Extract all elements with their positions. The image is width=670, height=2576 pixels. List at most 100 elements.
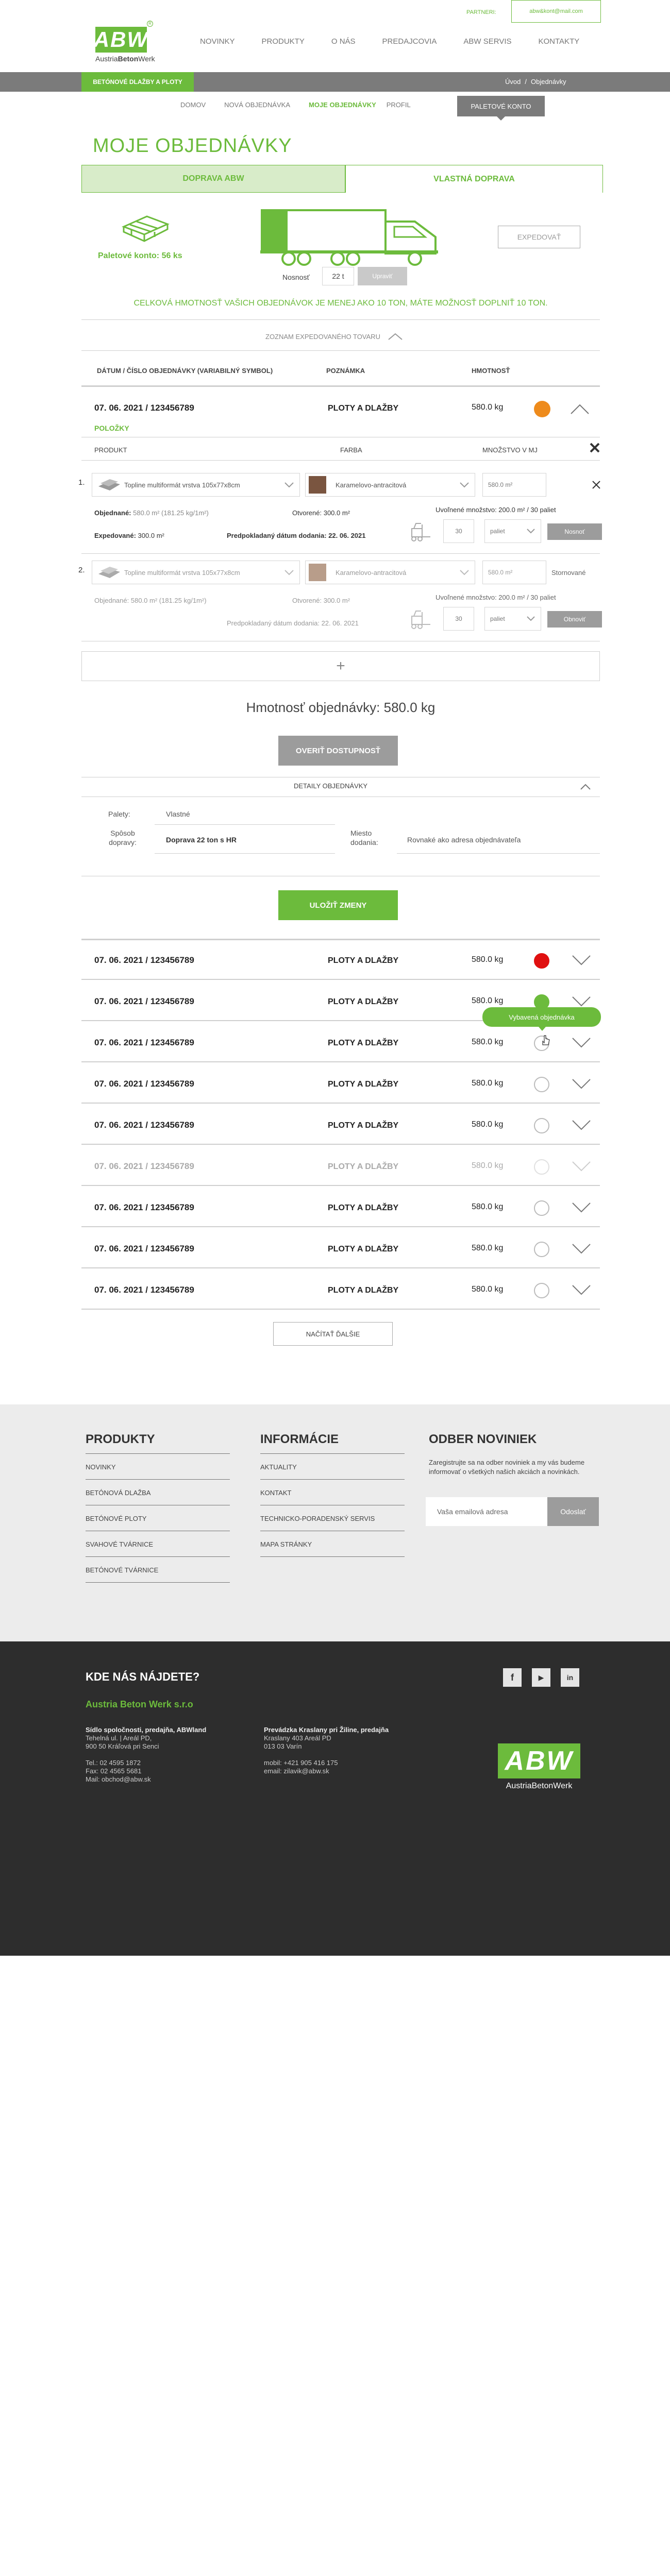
dispatched-toggle[interactable]: ZOZNAM EXPEDOVANÉHO TOVARU (265, 332, 403, 341)
transport-value: Doprava 22 ton s HR (166, 836, 237, 844)
product-select[interactable]: Topline multiformát vrstva 105x77x8cm (92, 473, 300, 497)
pallet-count[interactable]: 30 (443, 607, 474, 631)
color-select[interactable]: Karamelovo-antracitová (305, 473, 475, 497)
subnav-moje-objednavky[interactable]: MOJE OBJEDNÁVKY (309, 101, 376, 109)
forklift-icon (411, 523, 430, 541)
order-weight: 580.0 kg (472, 1285, 504, 1294)
place-label: Miesto dodania: (350, 829, 378, 846)
footer-link[interactable]: KONTAKT (260, 1480, 405, 1505)
subnav-nova-objednavka[interactable]: NOVÁ OBJEDNÁVKA (224, 101, 290, 109)
open-order-weight: 580.0 kg (472, 403, 504, 412)
chevron-down-icon[interactable] (571, 1284, 592, 1296)
opened-value: 300.0 m² (323, 509, 350, 517)
chevron-down-icon[interactable] (571, 995, 592, 1008)
newsletter-submit-button[interactable]: Odoslať (547, 1497, 599, 1526)
chevron-down-icon[interactable] (571, 1078, 592, 1090)
nav-kontakty[interactable]: KONTAKTY (539, 37, 580, 46)
qty-input[interactable]: 580.0 m² (482, 561, 546, 584)
status-dot (534, 1283, 549, 1298)
chevron-up-icon[interactable] (580, 783, 591, 790)
youtube-icon[interactable]: ▶ (532, 1668, 550, 1687)
product-select[interactable]: Topline multiformát vrstva 105x77x8cm (92, 561, 300, 584)
footer-link[interactable]: MAPA STRÁNKY (260, 1531, 405, 1557)
footer-logo[interactable]: ABW AustriaBetonWerk (498, 1743, 585, 1800)
item-status: Stornované (551, 569, 586, 577)
color-select[interactable]: Karamelovo-antracitová (305, 561, 475, 584)
close-icon[interactable] (589, 442, 600, 453)
linkedin-icon[interactable]: in (561, 1668, 579, 1687)
verify-availability-button[interactable]: OVERIŤ DOSTUPNOSŤ (278, 736, 398, 766)
footer-link[interactable]: AKTUALITY (260, 1454, 405, 1480)
footer-link[interactable]: SVAHOVÉ TVÁRNICE (86, 1531, 230, 1557)
chevron-down-icon[interactable] (571, 1119, 592, 1131)
order-category: PLOTY A DLAŽBY (328, 1039, 399, 1047)
order-row[interactable]: 07. 06. 2021 / 123456789 PLOTY A DLAŽBY 58… (81, 1186, 600, 1227)
subnav-profil[interactable]: PROFIL (387, 101, 411, 109)
eta: Predpokladaný dátum dodania: 22. 06. 202… (227, 619, 359, 627)
category-tag[interactable]: BETÓNOVÉ DLAŽBY A PLOTY (81, 72, 194, 92)
unit-select[interactable]: paliet (484, 607, 541, 631)
col-product: PRODUKT (94, 446, 127, 454)
capacity-notice: CELKOVÁ HMOTNOSŤ VAŠICH OBJEDNÁVOK JE ME… (133, 299, 548, 308)
order-row[interactable]: 07. 06. 2021 / 123456789 PLOTY A DLAŽBY 58… (81, 1145, 600, 1186)
nav-abw-servis[interactable]: ABW SERVIS (463, 37, 511, 46)
footer-link[interactable]: NOVINKY (86, 1454, 230, 1480)
pallets-label: Palety: (108, 810, 130, 818)
chevron-up-icon[interactable] (569, 403, 590, 415)
chevron-down-icon (460, 570, 469, 575)
order-row[interactable]: 07. 06. 2021 / 123456789 PLOTY A DLAŽBY 58… (81, 1227, 600, 1268)
chevron-down-icon[interactable] (571, 1037, 592, 1049)
footer-link[interactable]: BETÓNOVÉ PLOTY (86, 1505, 230, 1531)
tab-doprava-abw[interactable]: DOPRAVA ABW (81, 165, 345, 193)
shipped-value: 300.0 m² (138, 532, 164, 539)
order-category: PLOTY A DLAŽBY (328, 1204, 399, 1212)
breadcrumb-bar: BETÓNOVÉ DLAŽBY A PLOTY Úvod / Objednávk… (0, 72, 670, 92)
order-category: PLOTY A DLAŽBY (328, 1121, 399, 1130)
chevron-down-icon[interactable] (571, 1201, 592, 1214)
footer-link[interactable]: TECHNICKO-PORADENSKÝ SERVIS (260, 1505, 405, 1531)
breadcrumb-home[interactable]: Úvod (505, 78, 521, 86)
add-item-button[interactable]: + (81, 651, 600, 681)
footer-link[interactable]: BETÓNOVÁ DLAŽBA (86, 1480, 230, 1505)
nav-predajcovia[interactable]: PREDAJCOVIA (382, 37, 437, 46)
item-action-button[interactable]: Nosnoť (547, 523, 602, 540)
order-row[interactable]: 07. 06. 2021 / 123456789 PLOTY A DLAŽBY 58… (81, 939, 600, 980)
ordered-value: 580.0 m² (181.25 kg/1m²) (133, 509, 209, 517)
page-title: MOJE OBJEDNÁVKY (93, 135, 292, 157)
header-email[interactable]: abw&kont@mail.com (511, 0, 601, 23)
footer-link[interactable]: BETÓNOVÉ TVÁRNICE (86, 1557, 230, 1583)
order-date: 07. 06. 2021 / 123456789 (94, 1079, 194, 1089)
nav-o-nas[interactable]: O NÁS (331, 37, 356, 46)
truck-icon (260, 206, 446, 268)
load-more-button[interactable]: NAČÍTAŤ ĎALŠIE (273, 1322, 393, 1346)
order-row[interactable]: 07. 06. 2021 / 123456789 PLOTY A DLAŽBY 58… (81, 1062, 600, 1104)
contact-section: KDE NÁS NÁJDETE? Austria Beton Werk s.r.… (0, 1641, 670, 1956)
chevron-down-icon[interactable] (571, 1243, 592, 1255)
chevron-down-icon[interactable] (571, 954, 592, 967)
facebook-icon[interactable]: f (503, 1668, 522, 1687)
newsletter-email-input[interactable]: Vaša emailová adresa (426, 1497, 547, 1526)
logo[interactable]: ABW R AustriaBetonWerk (94, 21, 173, 67)
hq-address: Sídlo spoločnosti, predajňa, ABWland Tehe… (86, 1726, 207, 1783)
order-details-toggle[interactable]: DETAILY OBJEDNÁVKY (294, 782, 367, 790)
tab-vlastna-doprava[interactable]: VLASTNÁ DOPRAVA (345, 165, 603, 193)
pallet-count[interactable]: 30 (443, 519, 474, 543)
order-row[interactable]: 07. 06. 2021 / 123456789 PLOTY A DLAŽBY 58… (81, 1104, 600, 1145)
pallet-account-button[interactable]: PALETOVÉ KONTO (457, 96, 545, 116)
nav-novinky[interactable]: NOVINKY (200, 37, 235, 46)
nav-produkty[interactable]: PRODUKTY (262, 37, 305, 46)
edit-capacity-button[interactable]: Upraviť (358, 267, 407, 285)
order-row[interactable]: 07. 06. 2021 / 123456789 PLOTY A DLAŽBY 58… (81, 1268, 600, 1310)
capacity-value[interactable]: 22 t (322, 267, 354, 285)
open-order-date[interactable]: 07. 06. 2021 / 123456789 (94, 403, 194, 413)
chevron-down-icon[interactable] (571, 1160, 592, 1173)
unit-select[interactable]: paliet (484, 519, 541, 543)
remove-item-icon[interactable] (592, 480, 601, 489)
qty-input[interactable]: 580.0 m² (482, 473, 546, 497)
subnav-domov[interactable]: DOMOV (180, 101, 206, 109)
dispatch-button[interactable]: EXPEDOVAŤ (498, 226, 580, 248)
order-date: 07. 06. 2021 / 123456789 (94, 996, 194, 1006)
save-changes-button[interactable]: ULOŽIŤ ZMENY (278, 890, 398, 920)
restore-button[interactable]: Obnoviť (547, 611, 602, 628)
order-row[interactable]: 07. 06. 2021 / 123456789 PLOTY A DLAŽBY 58… (81, 1021, 600, 1062)
